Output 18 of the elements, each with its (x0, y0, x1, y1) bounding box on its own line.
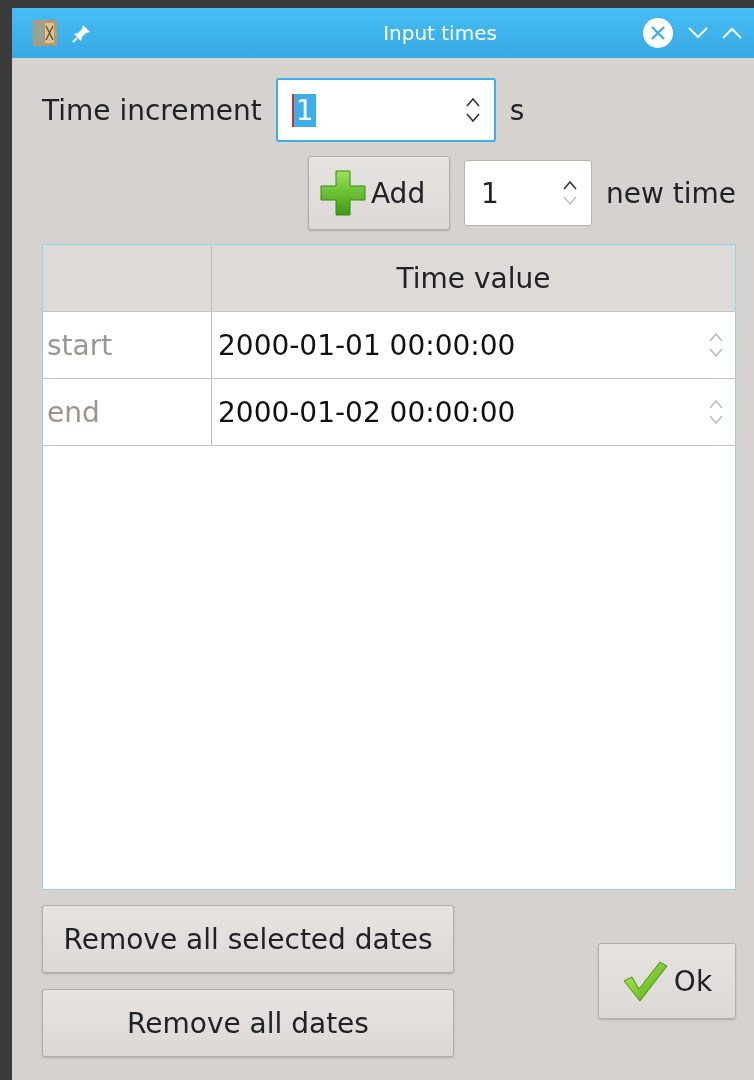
ok-button[interactable]: Ok (598, 943, 736, 1019)
plus-icon (318, 169, 367, 217)
chevron-down-icon (688, 27, 708, 39)
add-button[interactable]: Add (307, 156, 450, 230)
count-field[interactable]: 1 (463, 160, 592, 226)
field-label: Time increment (42, 93, 262, 127)
checkmark-icon (621, 959, 668, 1003)
remove-all-button[interactable]: Remove all dates (42, 989, 454, 1057)
app-icon (32, 18, 58, 48)
chevron-up-icon (722, 27, 742, 39)
window-title: Input times (382, 21, 498, 45)
field-label: new time (605, 176, 736, 210)
date-time-cell[interactable]: 2000-01-01 00:00:00 (212, 312, 735, 378)
unit-label: s (509, 93, 525, 127)
date-time-cell[interactable]: 2000-01-02 00:00:00 (212, 379, 735, 445)
remove-selected-button[interactable]: Remove all selected dates (42, 905, 454, 973)
close-icon (642, 17, 674, 49)
pin-icon (72, 23, 92, 43)
